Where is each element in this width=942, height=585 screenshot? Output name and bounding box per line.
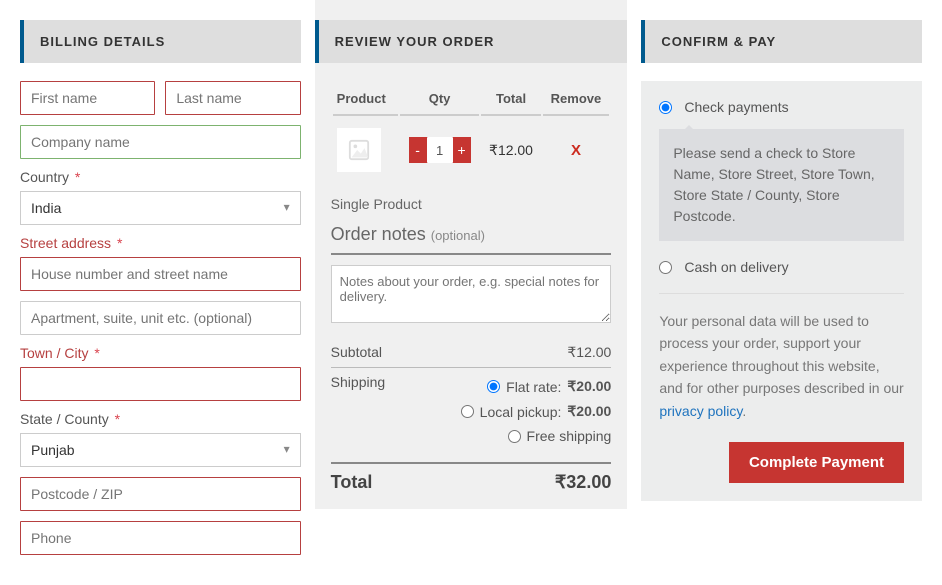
- th-product: Product: [333, 83, 398, 116]
- th-remove: Remove: [543, 83, 610, 116]
- state-label: State / County *: [20, 411, 301, 427]
- order-table: Product Qty Total Remove: [331, 81, 612, 184]
- town-label: Town / City *: [20, 345, 301, 361]
- grand-total-row: Total ₹32.00: [331, 462, 612, 493]
- confirm-title: CONFIRM & PAY: [641, 20, 922, 63]
- apartment-input[interactable]: [20, 301, 301, 335]
- street-input[interactable]: [20, 257, 301, 291]
- qty-minus-button[interactable]: -: [409, 137, 427, 163]
- phone-input[interactable]: [20, 521, 301, 555]
- ship-free-radio[interactable]: [508, 430, 521, 443]
- th-qty: Qty: [400, 83, 480, 116]
- first-name-input[interactable]: [20, 81, 155, 115]
- ship-local-radio[interactable]: [461, 405, 474, 418]
- country-select[interactable]: India: [20, 191, 301, 225]
- checkout-columns: BILLING DETAILS Country * India Street a…: [20, 20, 922, 565]
- qty-input[interactable]: [427, 137, 453, 163]
- review-column: REVIEW YOUR ORDER Product Qty Total Remo…: [315, 0, 628, 509]
- qty-stepper[interactable]: - +: [409, 137, 471, 163]
- payment-box: Check payments Please send a check to St…: [641, 81, 922, 501]
- country-label: Country *: [20, 169, 301, 185]
- street-label: Street address *: [20, 235, 301, 251]
- order-notes-textarea[interactable]: [331, 265, 612, 323]
- review-title: REVIEW YOUR ORDER: [315, 20, 628, 63]
- privacy-policy-link[interactable]: privacy policy: [659, 403, 742, 419]
- remove-item-button[interactable]: X: [571, 142, 581, 159]
- order-notes-title: Order notes (optional): [331, 224, 612, 255]
- pay-check-radio[interactable]: [659, 101, 672, 114]
- company-input[interactable]: [20, 125, 301, 159]
- last-name-input[interactable]: [165, 81, 300, 115]
- confirm-column: CONFIRM & PAY Check payments Please send…: [641, 20, 922, 501]
- ship-flat-radio[interactable]: [487, 380, 500, 393]
- image-icon: [348, 139, 370, 161]
- order-row: - + ₹12.00 X: [333, 118, 610, 182]
- billing-title: BILLING DETAILS: [20, 20, 301, 63]
- th-total: Total: [481, 83, 540, 116]
- town-input[interactable]: [20, 367, 301, 401]
- billing-column: BILLING DETAILS Country * India Street a…: [20, 20, 301, 565]
- pay-check-label: Check payments: [684, 99, 788, 115]
- pay-cod-radio[interactable]: [659, 261, 672, 274]
- product-image-placeholder: [337, 128, 381, 172]
- subtotal-row: Subtotal ₹12.00: [331, 338, 612, 368]
- privacy-text: Your personal data will be used to proce…: [659, 310, 904, 422]
- complete-payment-button[interactable]: Complete Payment: [729, 442, 904, 483]
- state-select[interactable]: Punjab: [20, 433, 301, 467]
- postcode-input[interactable]: [20, 477, 301, 511]
- shipping-row: Shipping Flat rate: ₹20.00 Local pickup:…: [331, 368, 612, 454]
- pay-check-description: Please send a check to Store Name, Store…: [659, 129, 904, 241]
- qty-plus-button[interactable]: +: [453, 137, 471, 163]
- product-name: Single Product: [331, 196, 612, 212]
- pay-cod-label: Cash on delivery: [684, 259, 788, 275]
- line-total: ₹12.00: [481, 118, 540, 182]
